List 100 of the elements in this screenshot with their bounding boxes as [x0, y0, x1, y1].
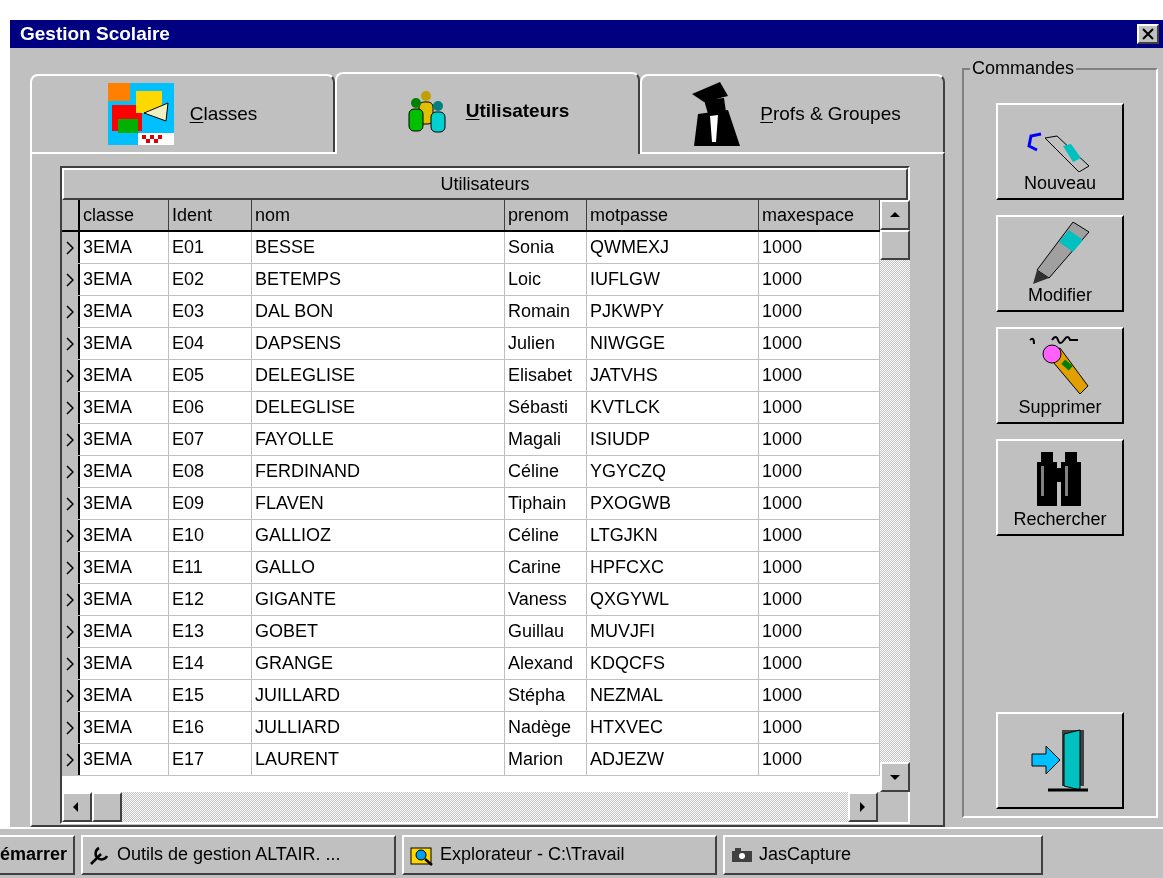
exit-button[interactable]: [996, 712, 1124, 809]
taskbar-button[interactable]: JasCapture: [723, 834, 1044, 875]
table-cell: BETEMPS: [252, 264, 505, 295]
scroll-thumb[interactable]: [92, 792, 122, 822]
vertical-scrollbar[interactable]: [880, 200, 910, 792]
table-cell: E09: [169, 488, 252, 519]
table-cell: Magali: [505, 424, 587, 455]
table-cell: E06: [169, 392, 252, 423]
table-cell: GALLIOZ: [252, 520, 505, 551]
table-cell: E04: [169, 328, 252, 359]
table-cell: FAYOLLE: [252, 424, 505, 455]
row-indicator-icon: [66, 240, 74, 255]
command-button[interactable]: Supprimer: [996, 327, 1124, 424]
table-cell: Guillau: [505, 616, 587, 647]
table-cell: E15: [169, 680, 252, 711]
table-cell: Céline: [505, 456, 587, 487]
row-indicator-icon: [66, 528, 74, 543]
table-cell: E02: [169, 264, 252, 295]
column-header[interactable]: Ident: [169, 200, 252, 230]
grid-caption: Utilisateurs: [62, 168, 908, 200]
table-cell: 3EMA: [80, 616, 169, 647]
table-cell: JUILLARD: [252, 680, 505, 711]
table-cell: GALLO: [252, 552, 505, 583]
table-cell: IUFLGW: [587, 264, 759, 295]
table-cell: Elisabet: [505, 360, 587, 391]
camera-icon: [731, 846, 754, 863]
table-cell: E03: [169, 296, 252, 327]
table-cell: 3EMA: [80, 552, 169, 583]
table-cell: E17: [169, 744, 252, 775]
close-button[interactable]: [1137, 24, 1159, 44]
table-cell: E01: [169, 232, 252, 263]
table-cell: LAURENT: [252, 744, 505, 775]
row-indicator-icon: [66, 656, 74, 671]
table-cell: GOBET: [252, 616, 505, 647]
table-cell: YGYCZQ: [587, 456, 759, 487]
table-cell: 3EMA: [80, 424, 169, 455]
table-cell: Marion: [505, 744, 587, 775]
table-cell: NIWGGE: [587, 328, 759, 359]
row-indicator-icon: [66, 720, 74, 735]
table-cell: 3EMA: [80, 232, 169, 263]
taskbar-button[interactable]: Outils de gestion ALTAIR. ...: [81, 834, 397, 875]
table-cell: E16: [169, 712, 252, 743]
tab[interactable]: Profs & Groupes: [640, 74, 945, 152]
table-cell: 3EMA: [80, 744, 169, 775]
table-cell: E07: [169, 424, 252, 455]
table-cell: 3EMA: [80, 488, 169, 519]
row-indicator-icon: [66, 752, 74, 767]
column-header[interactable]: motpasse: [587, 200, 759, 230]
table-cell: Julien: [505, 328, 587, 359]
table-cell: GRANGE: [252, 648, 505, 679]
command-button[interactable]: Rechercher: [996, 439, 1124, 536]
command-button[interactable]: Modifier: [996, 215, 1124, 312]
table-cell: E10: [169, 520, 252, 551]
table-cell: Tiphain: [505, 488, 587, 519]
table-cell: E12: [169, 584, 252, 615]
table-cell: Céline: [505, 520, 587, 551]
table-cell: E14: [169, 648, 252, 679]
scroll-down-button[interactable]: [880, 762, 910, 792]
column-header[interactable]: prenom: [505, 200, 587, 230]
table-cell: 3EMA: [80, 456, 169, 487]
exit-door-icon: [1030, 727, 1090, 794]
table-cell: Stépha: [505, 680, 587, 711]
table-cell: DELEGLISE: [252, 360, 505, 391]
tab[interactable]: Classes: [30, 74, 335, 152]
table-cell: Alexand: [505, 648, 587, 679]
scroll-right-button[interactable]: [848, 792, 878, 822]
table-cell: FLAVEN: [252, 488, 505, 519]
table-cell: 3EMA: [80, 264, 169, 295]
table-cell: 3EMA: [80, 392, 169, 423]
table-cell: QWMEXJ: [587, 232, 759, 263]
tab[interactable]: Utilisateurs: [335, 72, 640, 154]
table-cell: Loic: [505, 264, 587, 295]
start-button[interactable]: émarrer: [0, 834, 76, 875]
table-cell: E05: [169, 360, 252, 391]
close-icon: [1142, 28, 1154, 40]
scroll-thumb[interactable]: [880, 230, 910, 260]
scroll-left-button[interactable]: [62, 792, 92, 822]
table-cell: DAPSENS: [252, 328, 505, 359]
table-cell: PXOGWB: [587, 488, 759, 519]
row-indicator-icon: [66, 464, 74, 479]
taskbar-button[interactable]: Explorateur - C:\Travail: [402, 834, 718, 875]
row-indicator-icon: [66, 496, 74, 511]
table-cell: 3EMA: [80, 584, 169, 615]
table-cell: LTGJKN: [587, 520, 759, 551]
row-indicator-icon: [66, 272, 74, 287]
table-cell: MUVJFI: [587, 616, 759, 647]
row-indicator-icon: [66, 688, 74, 703]
scroll-up-button[interactable]: [880, 200, 910, 230]
table-cell: Vaness: [505, 584, 587, 615]
table-cell: Romain: [505, 296, 587, 327]
command-button[interactable]: Nouveau: [996, 103, 1124, 200]
column-header[interactable]: classe: [80, 200, 169, 230]
row-indicator-icon: [66, 368, 74, 383]
table-cell: BESSE: [252, 232, 505, 263]
table-cell: KDQCFS: [587, 648, 759, 679]
table-cell: E11: [169, 552, 252, 583]
horizontal-scrollbar[interactable]: [62, 792, 878, 822]
table-cell: Carine: [505, 552, 587, 583]
row-indicator-icon: [66, 432, 74, 447]
column-header[interactable]: nom: [252, 200, 505, 230]
